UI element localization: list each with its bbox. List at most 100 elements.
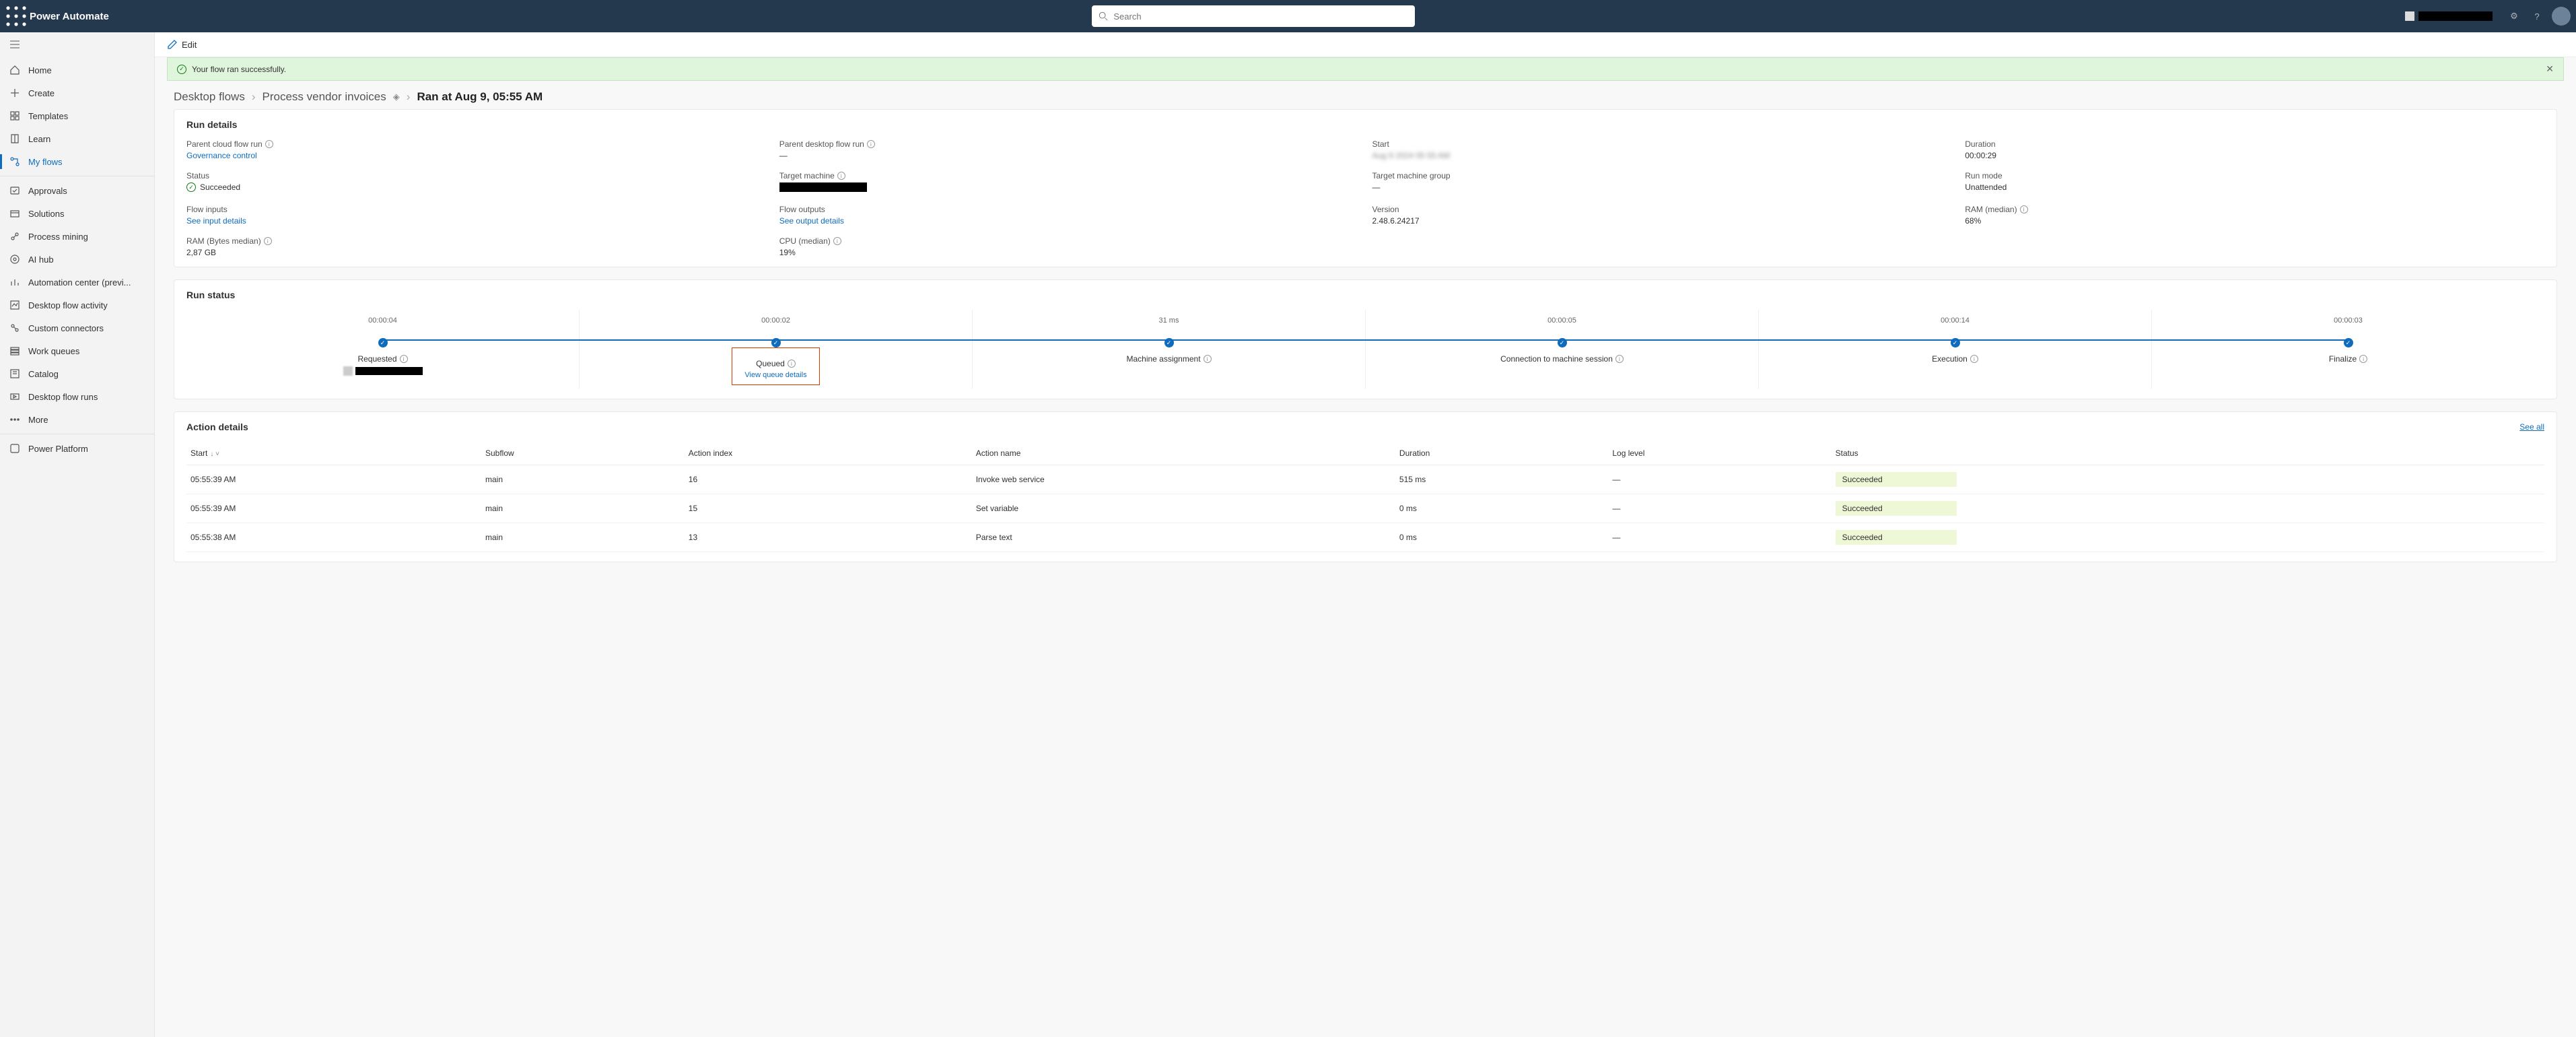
nav-item-automation-center-previ-[interactable]: Automation center (previ... [0, 271, 154, 294]
info-icon[interactable]: i [2359, 355, 2367, 363]
success-check-icon: ✓ [177, 65, 186, 74]
col-start[interactable]: Start↓ ˅ [186, 442, 481, 465]
col-subflow[interactable]: Subflow [481, 442, 685, 465]
kv-run-mode: Run modeUnattended [1965, 171, 2544, 194]
label: Duration [1965, 139, 2544, 149]
nav-collapse-button[interactable] [0, 32, 154, 59]
value[interactable]: See input details [186, 216, 766, 226]
table-row[interactable]: 05:55:38 AMmain13Parse text0 ms—Succeede… [186, 523, 2544, 552]
value: ✓Succeeded [186, 182, 766, 192]
info-icon[interactable]: i [2020, 205, 2028, 213]
app-launcher-icon[interactable] [5, 5, 27, 27]
cell-subflow: main [481, 465, 685, 494]
connectors-icon [9, 323, 20, 333]
stage-name: Requested i [189, 354, 576, 364]
info-icon[interactable]: i [788, 360, 796, 368]
nav-item-ai-hub[interactable]: AI hub [0, 248, 154, 271]
search-icon [1099, 11, 1108, 21]
info-icon[interactable]: i [264, 237, 272, 245]
info-icon[interactable]: i [833, 237, 841, 245]
stage-name: Execution i [1762, 354, 2149, 364]
nav-item-solutions[interactable]: Solutions [0, 202, 154, 225]
settings-icon[interactable]: ⚙ [2506, 8, 2522, 24]
info-icon[interactable]: i [1615, 355, 1624, 363]
nav-item-desktop-flow-activity[interactable]: Desktop flow activity [0, 294, 154, 316]
nav-item-approvals[interactable]: Approvals [0, 179, 154, 202]
info-icon[interactable]: i [867, 140, 875, 148]
nav-item-more[interactable]: More [0, 408, 154, 431]
side-nav: HomeCreateTemplatesLearnMy flows Approva… [0, 32, 155, 1037]
search-field[interactable] [1113, 11, 1408, 22]
nav-item-create[interactable]: Create [0, 81, 154, 104]
crumb-desktop-flows[interactable]: Desktop flows [174, 90, 245, 104]
highlighted-stage: Queued i View queue details [732, 347, 819, 385]
cell-start: 05:55:39 AM [186, 494, 481, 523]
nav-label: Desktop flow activity [28, 300, 108, 310]
nav-item-templates[interactable]: Templates [0, 104, 154, 127]
cell-duration: 515 ms [1395, 465, 1608, 494]
see-all-link[interactable]: See all [2519, 422, 2544, 432]
label: Target machine i [779, 171, 1359, 180]
cell-status: Succeeded [1832, 494, 2544, 523]
breadcrumb: Desktop flows › Process vendor invoices … [155, 81, 2576, 109]
nav-power-platform[interactable]: Power Platform [0, 437, 154, 460]
nav-item-custom-connectors[interactable]: Custom connectors [0, 316, 154, 339]
nav-item-learn[interactable]: Learn [0, 127, 154, 150]
stage-dot-icon: ✓ [2344, 338, 2353, 347]
col-action-index[interactable]: Action index [685, 442, 972, 465]
nav-item-desktop-flow-runs[interactable]: Desktop flow runs [0, 385, 154, 408]
cell-action: Set variable [972, 494, 1395, 523]
info-icon[interactable]: i [265, 140, 273, 148]
stage-dot-icon: ✓ [1558, 338, 1567, 347]
environment-picker[interactable] [2398, 11, 2499, 21]
nav-item-home[interactable]: Home [0, 59, 154, 81]
nav-item-work-queues[interactable]: Work queues [0, 339, 154, 362]
mining-icon [9, 231, 20, 242]
stage-name: Queued i [744, 359, 806, 368]
search-input[interactable] [1092, 5, 1415, 27]
col-action-name[interactable]: Action name [972, 442, 1395, 465]
value[interactable]: Governance control [186, 151, 766, 160]
premium-icon: ◈ [393, 92, 400, 102]
help-icon[interactable]: ? [2529, 8, 2545, 24]
nav-item-catalog[interactable]: Catalog [0, 362, 154, 385]
value: Unattended [1965, 182, 2544, 192]
table-row[interactable]: 05:55:39 AMmain15Set variable0 ms—Succee… [186, 494, 2544, 523]
queue-icon [9, 345, 20, 356]
col-log-level[interactable]: Log level [1608, 442, 1831, 465]
crumb-flow-name[interactable]: Process vendor invoices [263, 90, 386, 104]
status-badge: Succeeded [1836, 530, 1957, 545]
kv-ram-median-pct: RAM (median) i68% [1965, 205, 2544, 226]
value: — [779, 151, 1359, 160]
info-icon[interactable]: i [837, 172, 845, 180]
stage-finalize: 00:00:03✓Finalize i [2152, 310, 2544, 389]
table-row[interactable]: 05:55:39 AMmain16Invoke web service515 m… [186, 465, 2544, 494]
edit-button[interactable]: Edit [167, 39, 197, 50]
cell-log: — [1608, 523, 1831, 552]
view-queue-details-link[interactable]: View queue details [744, 371, 806, 379]
col-duration[interactable]: Duration [1395, 442, 1608, 465]
run-details-title: Run details [186, 119, 2544, 130]
kv-duration: Duration00:00:29 [1965, 139, 2544, 160]
top-bar: Power Automate ⚙ ? [0, 0, 2576, 32]
info-icon[interactable]: i [1970, 355, 1978, 363]
label: Parent cloud flow run i [186, 139, 766, 149]
value[interactable]: See output details [779, 216, 1359, 226]
nav-item-my-flows[interactable]: My flows [0, 150, 154, 173]
info-icon[interactable]: i [1204, 355, 1212, 363]
nav-label: Desktop flow runs [28, 392, 98, 402]
action-details-title: Action details [186, 422, 248, 432]
nav-item-process-mining[interactable]: Process mining [0, 225, 154, 248]
kv-ram-bytes: RAM (Bytes median) i2,87 GB [186, 236, 766, 257]
chart-icon [9, 277, 20, 288]
stage-dot-icon: ✓ [771, 338, 781, 347]
col-status[interactable]: Status [1832, 442, 2544, 465]
info-icon[interactable]: i [400, 355, 408, 363]
kv-status: Status✓Succeeded [186, 171, 766, 194]
cell-index: 13 [685, 523, 972, 552]
templates-icon [9, 110, 20, 121]
stage-duration: 31 ms [975, 316, 1362, 325]
user-avatar[interactable] [2552, 7, 2571, 26]
banner-close-button[interactable]: ✕ [2546, 63, 2554, 75]
stage-requester [189, 366, 576, 376]
